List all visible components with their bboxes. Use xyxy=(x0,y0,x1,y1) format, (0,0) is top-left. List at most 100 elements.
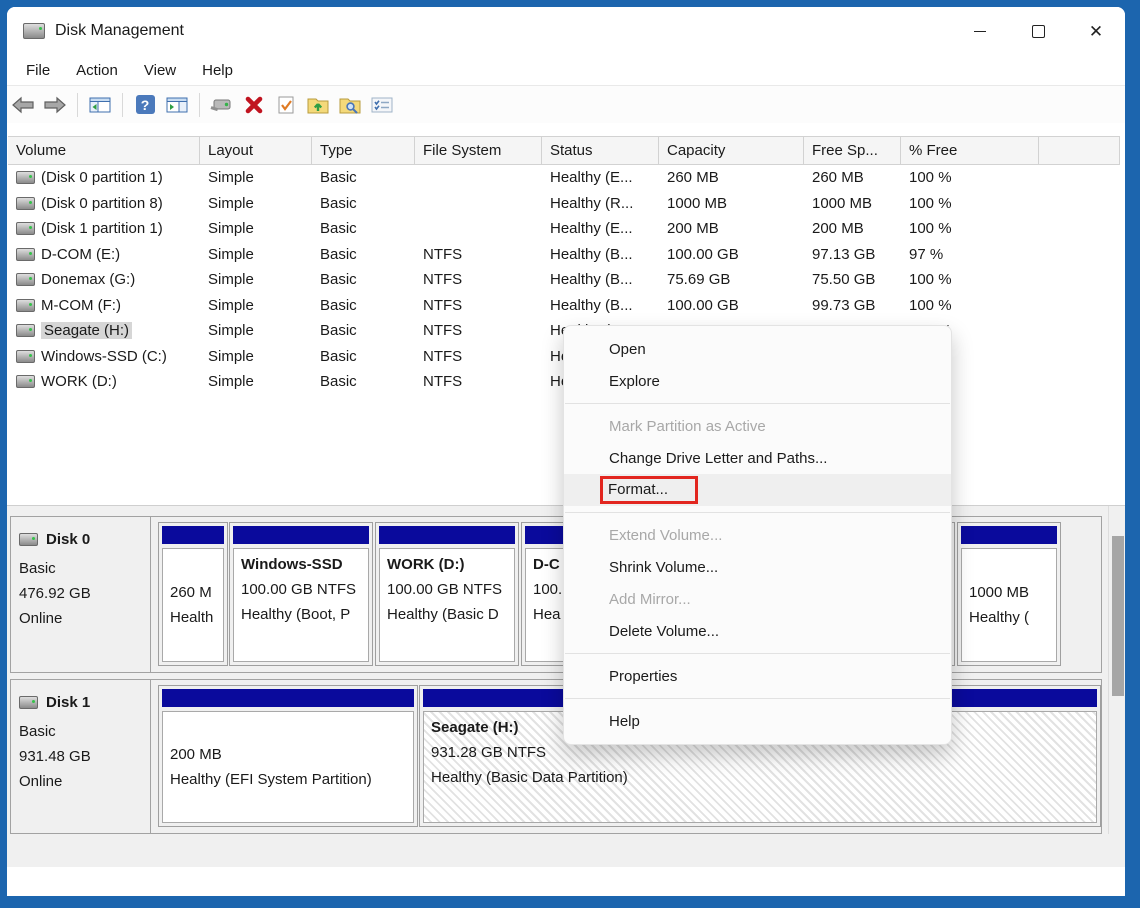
disk-1-label[interactable]: Disk 1 Basic 931.48 GB Online xyxy=(11,680,151,833)
menu-item-open[interactable]: Open xyxy=(564,333,951,365)
volume-icon xyxy=(16,273,35,286)
column-header-capacity[interactable]: Capacity xyxy=(659,137,804,164)
forward-icon xyxy=(42,95,68,115)
checklist-button[interactable] xyxy=(367,90,397,120)
menu-item-change-drive-letter[interactable]: Change Drive Letter and Paths... xyxy=(564,442,951,474)
partition-windows-ssd[interactable]: Windows-SSD 100.00 GB NTFS Healthy (Boot… xyxy=(229,522,373,666)
disk-status: Online xyxy=(19,606,142,631)
menu-item-help[interactable]: Help xyxy=(564,705,951,737)
menu-separator xyxy=(565,698,950,699)
table-header: Volume Layout Type File System Status Ca… xyxy=(8,136,1120,165)
toolbar-separator xyxy=(77,93,78,117)
table-row[interactable]: (Disk 0 partition 1) Simple Basic Health… xyxy=(8,165,1120,191)
vertical-scrollbar[interactable] xyxy=(1108,506,1125,834)
minimize-button[interactable] xyxy=(951,7,1009,55)
maximize-icon xyxy=(1032,25,1045,38)
menu-file[interactable]: File xyxy=(13,62,63,79)
show-action-pane-button[interactable] xyxy=(162,90,192,120)
column-header-free-space[interactable]: Free Sp... xyxy=(804,137,901,164)
table-row[interactable]: (Disk 1 partition 1) Simple Basic Health… xyxy=(8,216,1120,242)
close-icon: ✕ xyxy=(1089,23,1103,40)
minimize-icon xyxy=(974,31,986,32)
menu-item-format[interactable]: Format... xyxy=(564,474,951,506)
disk-type: Basic xyxy=(19,719,142,744)
show-console-tree-button[interactable] xyxy=(85,90,115,120)
menu-separator xyxy=(565,653,950,654)
folder-up-button[interactable] xyxy=(303,90,333,120)
folder-search-button[interactable] xyxy=(335,90,365,120)
context-menu: Open Explore Mark Partition as Active Ch… xyxy=(563,325,952,745)
forward-button[interactable] xyxy=(40,90,70,120)
partition-color-bar xyxy=(162,689,414,707)
help-icon: ? xyxy=(136,95,155,114)
checklist-icon xyxy=(370,95,394,115)
partition-efi-system[interactable]: 200 MB Healthy (EFI System Partition) xyxy=(158,685,418,827)
partition-color-bar xyxy=(379,526,515,544)
partition-disk0-recovery[interactable]: 260 M Health xyxy=(158,522,228,666)
column-header-file-system[interactable]: File System xyxy=(415,137,542,164)
menu-view[interactable]: View xyxy=(131,62,189,79)
menu-separator xyxy=(565,403,950,404)
show-console-tree-icon xyxy=(88,95,112,115)
partition-work[interactable]: WORK (D:) 100.00 GB NTFS Healthy (Basic … xyxy=(375,522,519,666)
table-row[interactable]: Donemax (G:) Simple Basic NTFS Healthy (… xyxy=(8,267,1120,293)
help-button[interactable]: ? xyxy=(130,90,160,120)
column-header-volume[interactable]: Volume xyxy=(8,137,200,164)
format-annotation-box: Format... xyxy=(600,476,698,504)
toolbar: ? xyxy=(7,86,1125,124)
partition-color-bar xyxy=(162,526,224,544)
toolbar-separator xyxy=(122,93,123,117)
volume-icon xyxy=(16,375,35,388)
delete-button[interactable] xyxy=(239,90,269,120)
table-row[interactable]: D-COM (E:) Simple Basic NTFS Healthy (B.… xyxy=(8,242,1120,268)
desktop-background: Disk Management ✕ File Action View Help xyxy=(0,0,1140,908)
partition-disk0-1000mb[interactable]: 1000 MB Healthy ( xyxy=(957,522,1061,666)
menu-bar: File Action View Help xyxy=(7,55,1125,86)
volume-icon xyxy=(16,197,35,210)
close-button[interactable]: ✕ xyxy=(1067,7,1125,55)
column-header-layout[interactable]: Layout xyxy=(200,137,312,164)
disk-status: Online xyxy=(19,769,142,794)
volume-icon xyxy=(16,299,35,312)
volume-icon xyxy=(16,222,35,235)
back-button[interactable] xyxy=(8,90,38,120)
table-row[interactable]: M-COM (F:) Simple Basic NTFS Healthy (B.… xyxy=(8,293,1120,319)
volume-icon xyxy=(16,248,35,261)
disk-size: 476.92 GB xyxy=(19,581,142,606)
menu-separator xyxy=(565,512,950,513)
volume-icon xyxy=(16,171,35,184)
menu-item-add-mirror: Add Mirror... xyxy=(564,583,951,615)
menu-action[interactable]: Action xyxy=(63,62,131,79)
rescan-disks-button[interactable] xyxy=(207,90,237,120)
delete-icon xyxy=(243,95,265,115)
validate-document-button[interactable] xyxy=(271,90,301,120)
disk-management-window: Disk Management ✕ File Action View Help xyxy=(7,7,1125,896)
menu-item-properties[interactable]: Properties xyxy=(564,660,951,692)
title-bar[interactable]: Disk Management ✕ xyxy=(7,7,1125,55)
column-header-pct-free[interactable]: % Free xyxy=(901,137,1039,164)
folder-search-icon xyxy=(338,95,362,115)
disk-type: Basic xyxy=(19,556,142,581)
scrollbar-thumb[interactable] xyxy=(1112,536,1124,696)
menu-help[interactable]: Help xyxy=(189,62,246,79)
column-header-empty xyxy=(1039,137,1120,164)
disk-0-label[interactable]: Disk 0 Basic 476.92 GB Online xyxy=(11,517,151,672)
rescan-disks-icon xyxy=(210,95,234,115)
column-header-status[interactable]: Status xyxy=(542,137,659,164)
disk-management-app-icon xyxy=(23,23,45,39)
menu-item-extend-volume: Extend Volume... xyxy=(564,519,951,551)
menu-item-delete-volume[interactable]: Delete Volume... xyxy=(564,615,951,647)
back-icon xyxy=(10,95,36,115)
volume-icon xyxy=(16,324,35,337)
partition-color-bar xyxy=(961,526,1057,544)
disk-icon xyxy=(19,533,38,546)
maximize-button[interactable] xyxy=(1009,7,1067,55)
column-header-type[interactable]: Type xyxy=(312,137,415,164)
volume-icon xyxy=(16,350,35,363)
table-row[interactable]: (Disk 0 partition 8) Simple Basic Health… xyxy=(8,191,1120,217)
menu-item-explore[interactable]: Explore xyxy=(564,365,951,397)
menu-item-shrink-volume[interactable]: Shrink Volume... xyxy=(564,551,951,583)
validate-document-icon xyxy=(275,95,297,115)
toolbar-separator xyxy=(199,93,200,117)
menu-item-mark-partition-active: Mark Partition as Active xyxy=(564,410,951,442)
